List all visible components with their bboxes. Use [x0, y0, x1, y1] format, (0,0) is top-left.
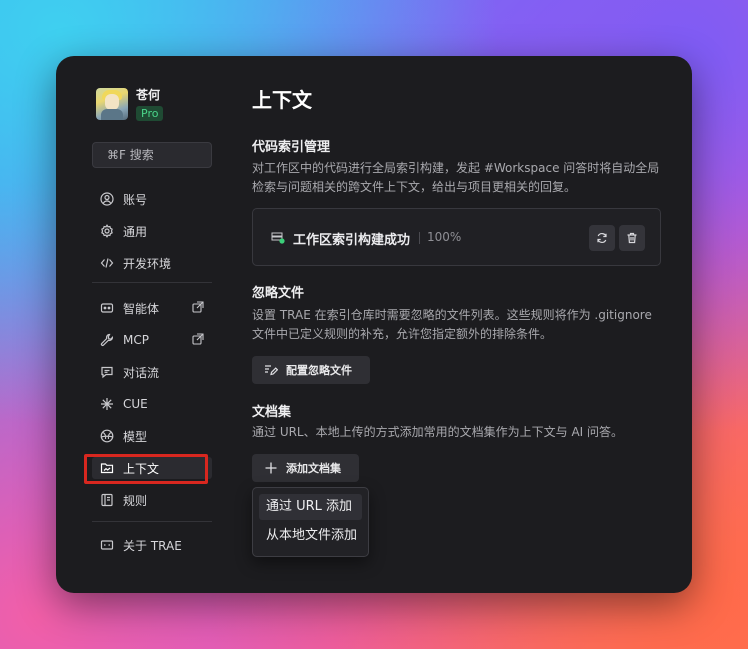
configure-ignore-button[interactable]: 配置忽略文件 [252, 356, 370, 384]
wrench-icon [100, 333, 114, 347]
sidebar-item-dev-env[interactable]: 开发环境 [92, 252, 212, 274]
chat-flow-icon [101, 366, 113, 379]
menu-item-add-url[interactable]: 通过 URL 添加 [259, 494, 362, 520]
external-open-icon[interactable] [192, 301, 204, 313]
sidebar-item-label: 关于 TRAE [123, 538, 182, 553]
rules-icon [101, 493, 113, 507]
pro-badge: Pro [136, 106, 164, 121]
configure-ignore-label: 配置忽略文件 [286, 364, 352, 377]
gear-icon [101, 224, 113, 238]
menu-item-add-local[interactable]: 从本地文件添加 [259, 523, 362, 549]
sparkle-icon [101, 398, 113, 410]
add-docs-menu: 通过 URL 添加 从本地文件添加 [252, 487, 369, 557]
search-input[interactable]: ⌘F 搜索 [92, 142, 212, 168]
sidebar: 苍何 Pro ⌘F 搜索 账号 通用 开发环境 智能体 MCP 对话流 CUE … [56, 56, 226, 593]
agent-icon [100, 303, 114, 313]
sidebar-item-general[interactable]: 通用 [92, 220, 212, 242]
sidebar-item-mcp[interactable]: MCP [92, 329, 212, 351]
user-profile[interactable]: 苍何 Pro [96, 88, 164, 121]
sidebar-item-label: 上下文 [123, 461, 160, 476]
user-circle-icon [100, 192, 114, 206]
folder-context-icon [100, 463, 114, 474]
trae-icon [100, 540, 114, 550]
sidebar-item-label: CUE [123, 397, 148, 411]
sidebar-item-label: 规则 [123, 493, 148, 508]
plus-icon [265, 462, 277, 474]
add-docs-button[interactable]: 添加文档集 [252, 454, 359, 482]
index-status-text: 工作区索引构建成功 [293, 233, 411, 248]
sidebar-item-cue[interactable]: CUE [92, 393, 212, 415]
divider [92, 521, 212, 522]
divider [419, 232, 420, 244]
settings-window: 苍何 Pro ⌘F 搜索 账号 通用 开发环境 智能体 MCP 对话流 CUE … [56, 56, 692, 593]
sidebar-item-label: 模型 [123, 429, 148, 444]
delete-index-button[interactable] [619, 225, 645, 251]
sidebar-item-rules[interactable]: 规则 [92, 489, 212, 511]
refresh-icon [597, 232, 607, 244]
edit-list-icon [265, 365, 278, 376]
divider [92, 282, 212, 283]
code-index-title: 代码索引管理 [252, 140, 331, 155]
ignore-files-description: 设置 TRAE 在索引仓库时需要忽略的文件列表。这些规则将作为 .gitigno… [252, 308, 652, 341]
code-index-description: 对工作区中的代码进行全局索引构建，发起 #Workspace 问答时将自动全局检… [252, 161, 660, 194]
trash-icon [627, 232, 637, 244]
page-title: 上下文 [252, 88, 312, 112]
sidebar-item-label: 智能体 [123, 301, 160, 316]
add-docs-label: 添加文档集 [286, 462, 341, 475]
external-open-icon[interactable] [192, 333, 204, 345]
sidebar-item-chat-flow[interactable]: 对话流 [92, 361, 212, 383]
sidebar-item-label: 账号 [123, 192, 148, 207]
rebuild-index-button[interactable] [589, 225, 615, 251]
docs-description: 通过 URL、本地上传的方式添加常用的文档集作为上下文与 AI 问答。 [252, 425, 624, 439]
sidebar-item-label: MCP [123, 333, 149, 347]
sidebar-item-agent[interactable]: 智能体 [92, 297, 212, 319]
sidebar-item-label: 开发环境 [123, 256, 172, 271]
index-progress: 100% [427, 230, 462, 244]
model-icon [100, 429, 114, 443]
main-content: 上下文 代码索引管理 对工作区中的代码进行全局索引构建，发起 #Workspac… [252, 56, 662, 593]
avatar [96, 88, 128, 120]
index-status-icon [271, 232, 285, 244]
docs-title: 文档集 [252, 405, 292, 420]
sidebar-item-context[interactable]: 上下文 [92, 457, 212, 479]
sidebar-item-about[interactable]: 关于 TRAE [92, 534, 212, 556]
sidebar-item-model[interactable]: 模型 [92, 425, 212, 447]
ignore-files-title: 忽略文件 [252, 286, 305, 301]
user-name: 苍何 [136, 88, 161, 102]
sidebar-item-account[interactable]: 账号 [92, 188, 212, 210]
sidebar-item-label: 通用 [123, 224, 148, 239]
index-status-card: 工作区索引构建成功 100% [252, 208, 661, 266]
sidebar-item-label: 对话流 [123, 365, 160, 380]
code-icon [100, 258, 114, 268]
